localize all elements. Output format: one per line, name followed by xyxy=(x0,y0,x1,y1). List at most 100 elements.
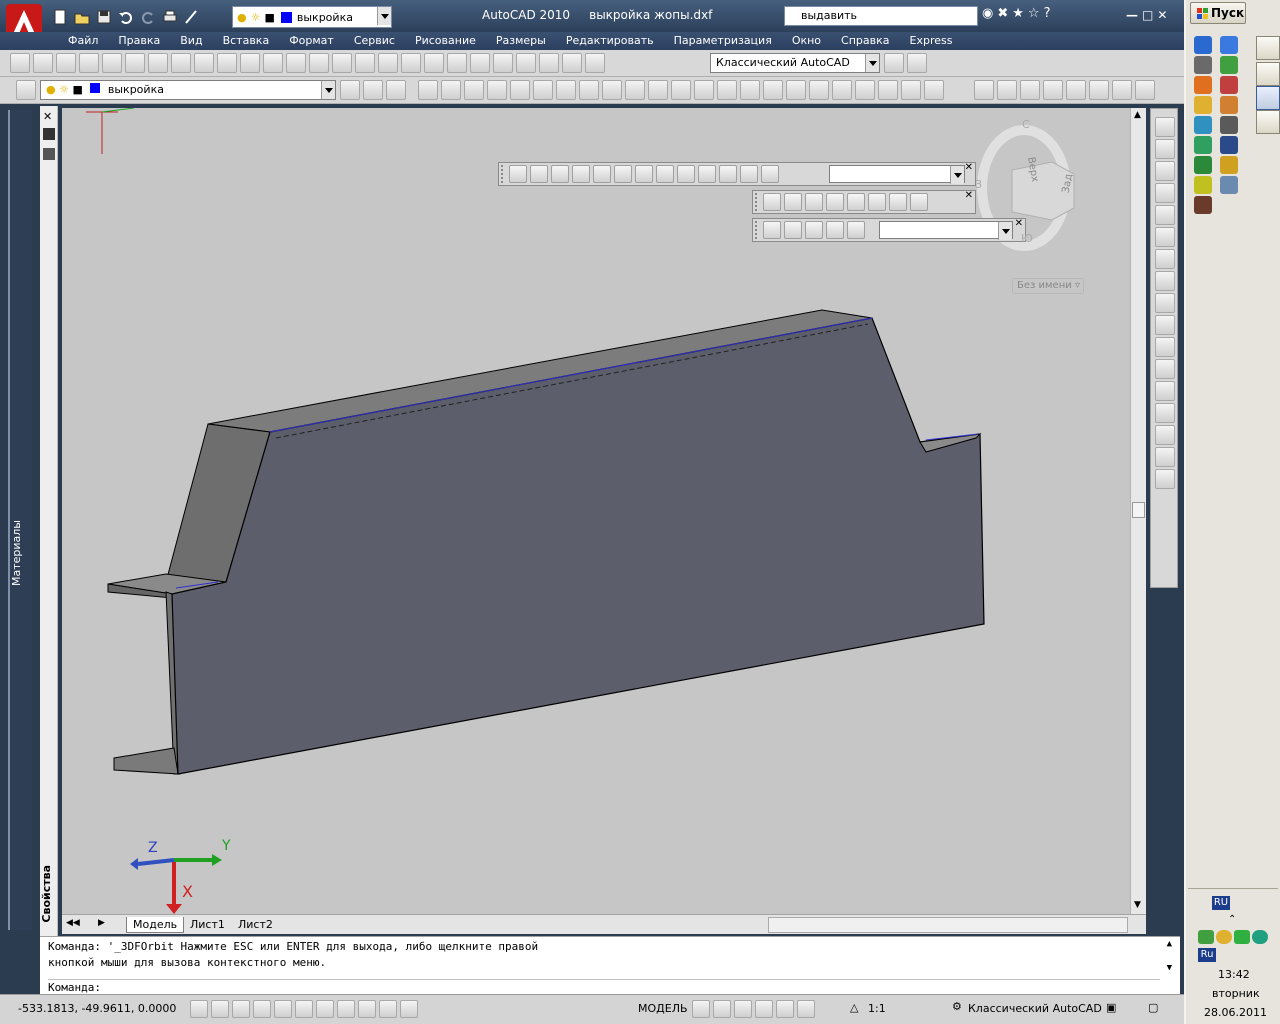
shell-icon[interactable] xyxy=(901,80,921,100)
union-icon[interactable] xyxy=(533,80,553,100)
cmd-scroll-down-icon[interactable]: ▼ xyxy=(1167,963,1172,973)
workspace-dropdown[interactable]: Классический AutoCAD xyxy=(710,53,880,73)
vertical-scrollbar[interactable]: ▲ ▼ xyxy=(1130,108,1146,914)
app-icon-9[interactable] xyxy=(1220,156,1238,174)
chevron-down-icon[interactable] xyxy=(865,54,879,72)
chamfer-tool-icon[interactable] xyxy=(1155,425,1175,445)
zoom-window-icon[interactable] xyxy=(401,53,421,73)
open-file-icon[interactable] xyxy=(33,53,53,73)
redo-icon[interactable] xyxy=(138,7,158,27)
cursor-coordinates[interactable]: -533.1813, -49.9611, 0.0000 xyxy=(18,1002,176,1015)
plot-icon[interactable] xyxy=(160,7,180,27)
copy-edges-icon[interactable] xyxy=(786,80,806,100)
ortho-toggle-icon[interactable] xyxy=(232,1000,250,1018)
ie-icon[interactable] xyxy=(1194,36,1212,54)
chevron-down-icon[interactable] xyxy=(321,81,335,99)
subtract-icon[interactable] xyxy=(556,80,576,100)
3dosnap-toggle-icon[interactable] xyxy=(295,1000,313,1018)
copy-faces-icon[interactable] xyxy=(740,80,760,100)
sw-iso-icon[interactable] xyxy=(656,165,674,183)
chevron-down-icon[interactable] xyxy=(950,166,964,184)
cmd-scroll-up-icon[interactable]: ▲ xyxy=(1167,939,1172,949)
model-space-toggle[interactable]: МОДЕЛЬ xyxy=(638,1002,688,1015)
view-dropdown[interactable] xyxy=(829,165,965,184)
3d-wireframe-icon[interactable] xyxy=(441,80,461,100)
plot-toolbar-icon[interactable] xyxy=(79,53,99,73)
make-current-icon[interactable] xyxy=(340,80,360,100)
move-faces-icon[interactable] xyxy=(625,80,645,100)
media-icon[interactable] xyxy=(1194,76,1212,94)
3d-pan-icon[interactable] xyxy=(763,221,781,239)
toolbar-grip[interactable] xyxy=(501,165,505,183)
steering-wheel-icon[interactable] xyxy=(776,1000,794,1018)
zoom-previous-icon[interactable] xyxy=(424,53,444,73)
block-editor-icon[interactable] xyxy=(286,53,306,73)
infocenter-search-input[interactable]: выдавить xyxy=(784,6,978,26)
save-icon[interactable] xyxy=(94,7,114,27)
offset-tool-icon[interactable] xyxy=(1155,183,1175,203)
compass-south-label[interactable]: Ю xyxy=(1021,232,1033,245)
qat-layer-dropdown[interactable]: ● ☼ ■ выкройка xyxy=(232,6,392,28)
taskbar-autocad-button[interactable] xyxy=(1256,86,1280,110)
tb-undo-icon[interactable] xyxy=(309,53,329,73)
tab-nav-first-icon[interactable]: ◀◀ xyxy=(66,918,80,928)
render-settings-icon[interactable] xyxy=(910,193,928,211)
publish-icon[interactable] xyxy=(125,53,145,73)
qp-toggle-icon[interactable] xyxy=(400,1000,418,1018)
lights-icon[interactable] xyxy=(805,193,823,211)
tray-app-icon[interactable] xyxy=(1252,930,1268,944)
messenger-icon[interactable] xyxy=(1194,96,1212,114)
hide-icon[interactable] xyxy=(763,193,781,211)
copy-icon[interactable] xyxy=(217,53,237,73)
layer-properties-icon[interactable] xyxy=(16,80,36,100)
fly-icon[interactable] xyxy=(847,221,865,239)
stretch-tool-icon[interactable] xyxy=(1155,293,1175,313)
menu-insert[interactable]: Вставка xyxy=(213,34,280,48)
zoom-ext-icon[interactable] xyxy=(761,165,779,183)
tray-network-icon[interactable] xyxy=(1198,930,1214,944)
command-prompt[interactable]: Команда: xyxy=(48,981,101,995)
offset-faces-icon[interactable] xyxy=(648,80,668,100)
spline-edit-icon[interactable] xyxy=(1066,80,1086,100)
workspace-gear-icon[interactable]: ⚙ xyxy=(952,1000,962,1013)
menu-express[interactable]: Express xyxy=(900,34,963,48)
quick-view-layouts-icon[interactable] xyxy=(692,1000,710,1018)
properties-label[interactable]: Свойства xyxy=(40,865,53,923)
toolbar-close-icon[interactable]: ✕ xyxy=(965,162,973,173)
clean-icon[interactable] xyxy=(855,80,875,100)
app-icon-4[interactable] xyxy=(1194,116,1212,134)
properties-palette-strip[interactable]: ✕ xyxy=(40,106,58,936)
clean-screen-icon[interactable]: ▢ xyxy=(1148,1001,1158,1014)
tab-model[interactable]: Модель xyxy=(126,917,185,933)
camera-icon[interactable] xyxy=(740,165,758,183)
ne-iso-icon[interactable] xyxy=(698,165,716,183)
materials-icon[interactable] xyxy=(847,193,865,211)
imprint-icon[interactable] xyxy=(832,80,852,100)
menu-dimension[interactable]: Размеры xyxy=(486,34,556,48)
scroll-up-icon[interactable]: ▲ xyxy=(1134,110,1141,120)
3d-orbit-icon[interactable] xyxy=(805,221,823,239)
save-file-icon[interactable] xyxy=(56,53,76,73)
ie2-icon[interactable] xyxy=(1220,36,1238,54)
break-point-tool-icon[interactable] xyxy=(1155,359,1175,379)
polar-toggle-icon[interactable] xyxy=(253,1000,271,1018)
start-button[interactable]: Пуск xyxy=(1190,2,1246,24)
menu-parametric[interactable]: Параметризация xyxy=(664,34,782,48)
help-icon[interactable]: ? xyxy=(1044,6,1051,21)
app-icon-11[interactable] xyxy=(1220,176,1238,194)
map-icon[interactable] xyxy=(868,193,886,211)
zoom-realtime-icon[interactable] xyxy=(378,53,398,73)
taskbar-window-button[interactable] xyxy=(1256,62,1280,86)
mirror-tool-icon[interactable] xyxy=(1155,161,1175,181)
walk-icon[interactable] xyxy=(826,221,844,239)
separate-icon[interactable] xyxy=(878,80,898,100)
app-icon-10[interactable] xyxy=(1194,176,1212,194)
chevron-down-icon[interactable] xyxy=(998,222,1012,240)
intersect-icon[interactable] xyxy=(579,80,599,100)
undo-icon[interactable] xyxy=(116,7,136,27)
palette-autohide-icon[interactable] xyxy=(43,128,55,140)
menu-format[interactable]: Формат xyxy=(279,34,344,48)
app-icon-3[interactable] xyxy=(1220,96,1238,114)
array-tool-icon[interactable] xyxy=(1155,205,1175,225)
join-tool-icon[interactable] xyxy=(1155,403,1175,423)
